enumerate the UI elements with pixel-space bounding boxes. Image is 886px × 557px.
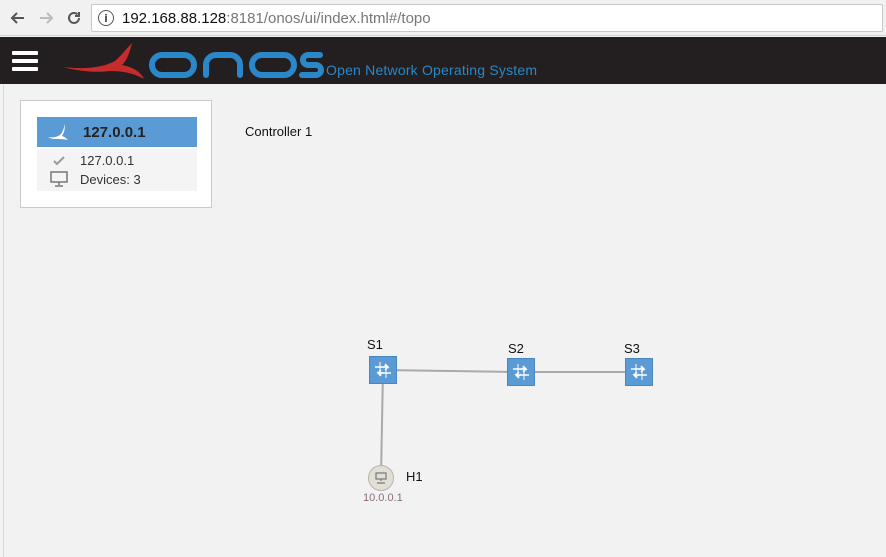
- instance-devices: Devices: 3: [80, 171, 141, 187]
- instance-devices-row: Devices: 3: [49, 171, 141, 187]
- switch-icon: [513, 364, 529, 380]
- switch-icon: [375, 362, 391, 378]
- url-path: :8181/onos/ui/index.html#/topo: [226, 9, 431, 27]
- switch-icon: [631, 364, 647, 380]
- controller-label: Controller 1: [245, 124, 313, 139]
- onos-bird-icon: [48, 124, 68, 140]
- app-header: Open Network Operating System: [0, 37, 886, 84]
- host-icon: [375, 472, 387, 484]
- menu-icon[interactable]: [12, 51, 38, 71]
- host-label-h1: H1: [406, 469, 423, 484]
- monitor-icon: [49, 171, 69, 187]
- host-h1[interactable]: [368, 465, 394, 491]
- switch-label-s1: S1: [367, 337, 383, 352]
- instance-header[interactable]: 127.0.0.1: [37, 117, 197, 147]
- back-button[interactable]: [6, 6, 30, 30]
- arrow-left-icon: [10, 12, 24, 24]
- info-icon[interactable]: i: [98, 10, 114, 26]
- instance-ip: 127.0.0.1: [80, 153, 135, 168]
- tagline: Open Network Operating System: [326, 62, 538, 78]
- instance-panel: 127.0.0.1 127.0.0.1 Devices: 3: [20, 100, 212, 208]
- instance-ip-row: 127.0.0.1: [49, 153, 134, 168]
- arrow-right-icon: [40, 12, 54, 24]
- check-icon: [49, 155, 69, 166]
- forward-button[interactable]: [34, 6, 58, 30]
- switch-s3[interactable]: [625, 358, 653, 386]
- switch-s1[interactable]: [369, 356, 397, 384]
- reload-icon: [68, 11, 80, 24]
- reload-button[interactable]: [62, 6, 86, 30]
- switch-s2[interactable]: [507, 358, 535, 386]
- address-bar[interactable]: i 192.168.88.128:8181/onos/ui/index.html…: [91, 4, 883, 32]
- host-ip-h1: 10.0.0.1: [363, 492, 403, 504]
- onos-logo: [62, 43, 324, 79]
- switch-label-s3: S3: [624, 341, 640, 356]
- instance-details: 127.0.0.1 Devices: 3: [37, 149, 197, 191]
- url-host: 192.168.88.128: [122, 9, 227, 27]
- browser-toolbar: i 192.168.88.128:8181/onos/ui/index.html…: [0, 0, 886, 36]
- switch-label-s2: S2: [508, 341, 524, 356]
- instance-title: 127.0.0.1: [83, 123, 146, 141]
